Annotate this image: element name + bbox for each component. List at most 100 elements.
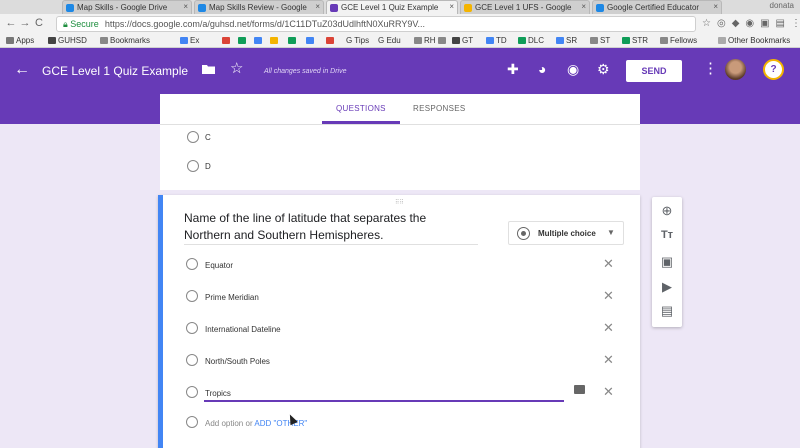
calendar-icon [306,37,314,44]
add-question-icon[interactable]: ⊕ [652,203,682,219]
drive-icon [238,37,246,44]
bookmark-icon [486,37,494,44]
tab-questions[interactable]: QUESTIONS [336,104,386,113]
browser-tab[interactable]: Google Certified Educator × [592,0,722,14]
avatar[interactable] [725,59,746,80]
bookmark-g-edu[interactable]: G Edu [378,36,401,45]
bookmark-sr[interactable]: SR [556,36,577,45]
help-icon[interactable]: ? [763,59,784,80]
bookmark-icon [518,37,526,44]
reload-icon[interactable]: C [32,17,46,29]
bookmark-fellows[interactable]: Fellows [660,36,697,45]
bookmark-gt[interactable]: GT [452,36,473,45]
option-input[interactable]: International Dateline [205,325,281,334]
bookmark-dlc[interactable]: DLC [518,36,544,45]
bookmark-icon [622,37,630,44]
remove-option-icon[interactable]: ✕ [603,352,614,368]
preview-eye-icon[interactable]: ◉ [567,61,579,78]
browser-profile[interactable]: donata [770,1,794,10]
bookmark-str[interactable]: STR [622,36,648,45]
bookmark-icon [556,37,564,44]
remove-option-icon[interactable]: ✕ [603,288,614,304]
radio-button[interactable] [187,131,199,143]
add-section-icon[interactable]: ▤ [652,303,682,319]
forward-arrow-icon[interactable]: → [18,17,32,29]
star-icon[interactable]: ☆ [230,59,243,77]
remove-option-icon[interactable]: ✕ [603,256,614,272]
add-option-link[interactable]: Add option [205,419,243,428]
option-input[interactable]: Equator [205,261,233,270]
folder-icon[interactable] [202,64,215,74]
question-title-input[interactable]: Name of the line of latitude that separa… [184,210,474,244]
palette-icon[interactable]: ◕ [538,61,546,77]
close-icon[interactable]: × [183,2,188,11]
remove-option-icon[interactable]: ✕ [603,384,614,400]
bookmark-classroom[interactable] [288,36,298,45]
browser-tab-active[interactable]: GCE Level 1 Quiz Example × [326,0,458,14]
radio-button[interactable] [187,160,199,172]
bookmark-slides[interactable] [270,36,280,45]
radio-button[interactable] [186,290,198,302]
bookmark-calendar[interactable] [306,36,316,45]
close-icon[interactable]: × [315,2,320,11]
remove-option-icon[interactable]: ✕ [603,320,614,336]
browser-tab[interactable]: Map Skills Review - Google × [194,0,324,14]
bookmark-td[interactable]: TD [486,36,507,45]
folder-icon [48,37,56,44]
bookmark-other[interactable]: Other Bookmarks [718,36,790,45]
close-icon[interactable]: × [713,2,718,11]
bookmark-rh[interactable]: RH [414,36,436,45]
form-title[interactable]: GCE Level 1 Quiz Example [42,64,188,78]
radio-button[interactable] [186,386,198,398]
option-input[interactable]: Prime Meridian [205,293,259,302]
image-icon[interactable] [574,385,585,394]
browser-tab[interactable]: Map Skills - Google Drive × [62,0,192,14]
forms-icon [330,4,338,12]
browser-tab[interactable]: GCE Level 1 UFS - Google × [460,0,590,14]
radio-button[interactable] [186,322,198,334]
addons-icon[interactable]: ✚ [507,61,519,78]
drag-handle-icon[interactable]: ⠿⠿ [395,199,407,206]
bookmarks-bar: Apps GUHSD Bookmarks Ex G Tips G Edu RH … [0,34,800,48]
bookmark-st[interactable]: ST [590,36,610,45]
close-icon[interactable]: × [581,2,586,11]
back-arrow-icon[interactable]: ← [14,61,30,79]
bookmark-drive[interactable] [238,36,248,45]
bookmark-icon [180,37,188,44]
more-options-icon[interactable]: ⋮ [703,59,718,77]
bookmark-guhsd[interactable]: GUHSD [48,36,87,45]
settings-gear-icon[interactable]: ⚙ [597,61,610,78]
url-input[interactable]: 🔒︎ Secure https://docs.google.com/a/guhsd… [56,16,696,32]
option-input-active[interactable]: Tropics [205,389,231,398]
bookmark-bookmarks[interactable]: Bookmarks [100,36,150,45]
send-button[interactable]: SEND [626,60,682,82]
option-input[interactable]: North/South Poles [205,357,270,366]
question-type-dropdown[interactable]: Multiple choice ▼ [508,221,624,245]
gmail-icon [222,37,230,44]
bookmark-docs[interactable] [254,36,264,45]
slides-icon [464,4,472,12]
close-icon[interactable]: × [449,2,454,11]
bookmark-g-tips[interactable]: G Tips [346,36,369,45]
docs-icon [254,37,262,44]
google-icon [596,4,604,12]
dropdown-caret-icon: ▼ [607,228,615,237]
bookmark-ex[interactable]: Ex [180,36,199,45]
drive-icon [66,4,74,12]
bookmark-apps[interactable]: Apps [6,36,34,45]
radio-button[interactable] [186,354,198,366]
address-bar: ← → C 🔒︎ Secure https://docs.google.com/a… [0,14,800,34]
browser-tab-strip: Map Skills - Google Drive × Map Skills Re… [0,0,800,14]
form-tabs: QUESTIONS RESPONSES [160,94,640,124]
bookmark-gmail[interactable] [222,36,232,45]
add-title-icon[interactable]: Tт [652,229,682,241]
radio-button[interactable] [186,258,198,270]
back-arrow-icon[interactable]: ← [4,17,18,29]
bookmark-note[interactable] [438,36,448,45]
add-video-icon[interactable]: ▶ [652,279,682,295]
extensions-icons[interactable]: ☆◎◆◉▣▤⋮ [702,18,800,29]
add-image-icon[interactable]: ▣ [652,254,682,270]
bookmark-youtube[interactable] [326,36,336,45]
tab-responses[interactable]: RESPONSES [413,104,466,113]
add-other-link[interactable]: ADD "OTHER" [254,419,307,428]
